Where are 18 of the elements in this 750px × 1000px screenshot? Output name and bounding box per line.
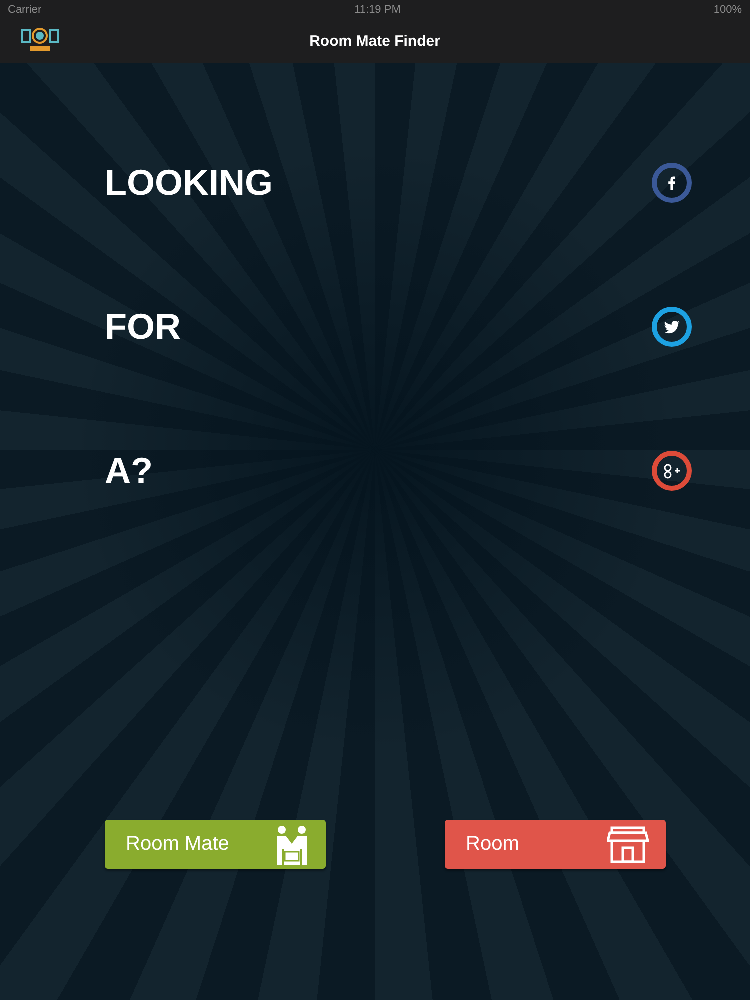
social-button[interactable] [652,163,692,203]
social-button[interactable] [652,307,692,347]
facebook-icon [668,176,676,190]
handshake-people-icon [275,824,309,864]
nav-title: Room Mate Finder [310,33,440,50]
google-plus-icon [663,463,681,479]
choice-button[interactable]: Room [445,820,666,869]
choice-button[interactable]: Room Mate [105,820,326,869]
social-button[interactable] [652,451,692,491]
bird-icon [664,320,680,334]
headline-word: FOR [105,306,181,348]
battery-label: 100% [714,4,742,16]
clock: 11:19 PM [354,4,401,16]
storefront-icon [607,826,649,864]
carrier-label: Carrier [8,4,42,16]
logo-drawing [20,27,60,53]
headline-word: A? [105,450,153,492]
headline-word: LOOKING [105,162,273,204]
